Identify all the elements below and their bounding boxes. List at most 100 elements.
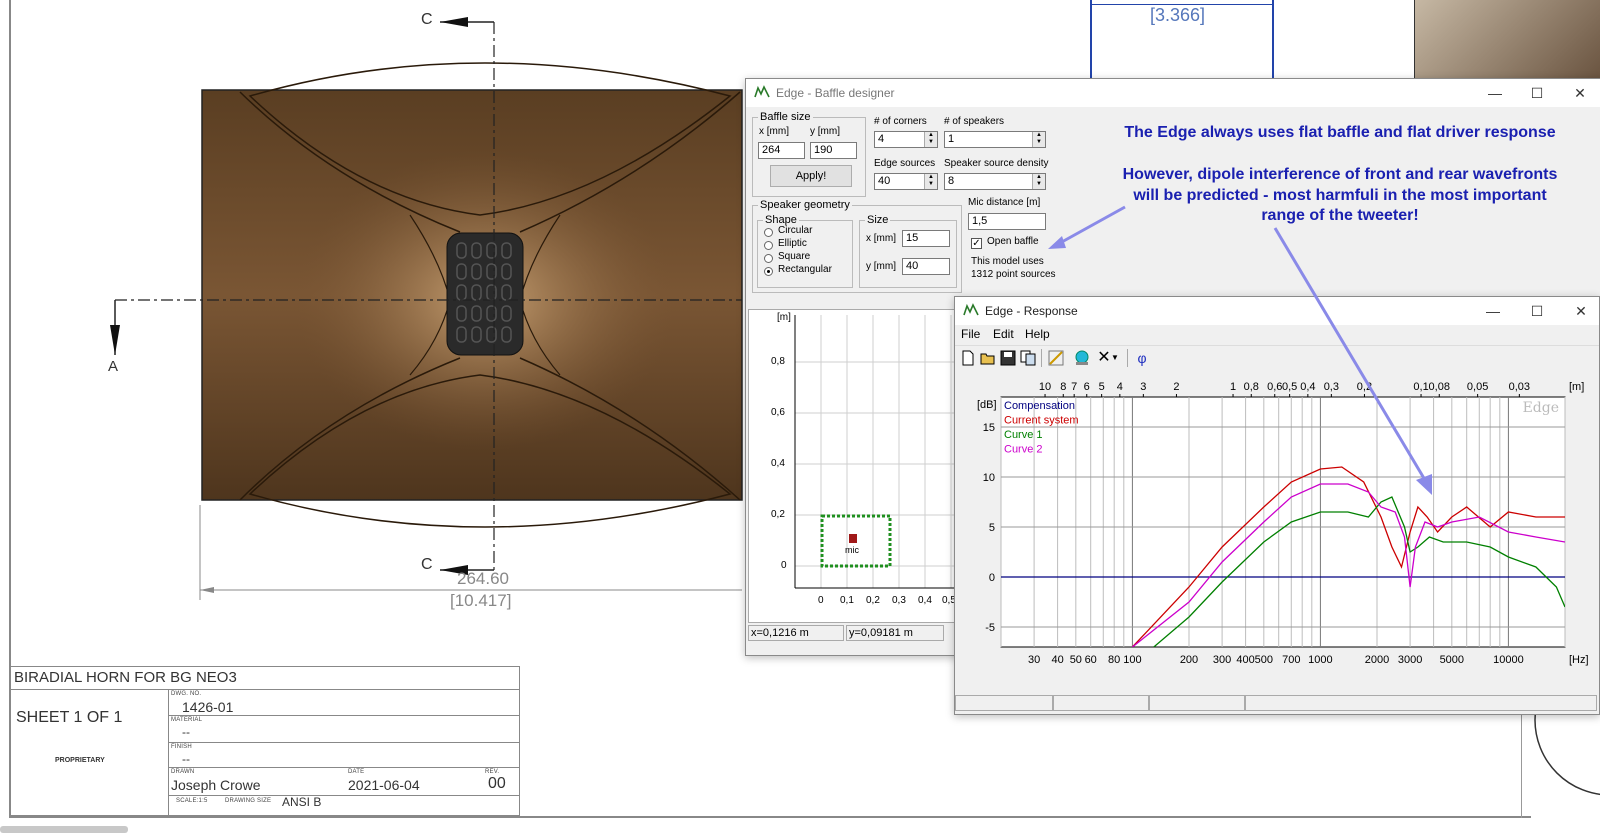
size-y-input[interactable]: 40 [902,258,950,275]
section-label-top: C [421,11,433,28]
shape-rectangular-radio[interactable] [764,267,773,276]
edge-sources-input[interactable]: 40 ▲ ▼ [874,173,938,190]
response-maximize-button[interactable]: ☐ [1523,301,1551,321]
baffle-size-label: Baffle size [758,111,813,123]
status-y: y=0,09181 m [846,625,944,641]
speakers-label: # of speakers [944,116,1005,127]
horizontal-scrollbar[interactable] [0,826,128,833]
baffle-y-input[interactable]: 190 [810,142,857,159]
drawing-size-label: DRAWING SIZE [225,798,272,804]
minimize-button[interactable]: — [1481,83,1509,103]
dwg-no-value: 1426-01 [182,699,234,715]
rev-value: 00 [488,775,506,792]
top-tick-label: 0,3 [1324,381,1339,393]
open-icon[interactable] [979,349,997,367]
save-icon[interactable] [999,349,1017,367]
edge-sources-value: 40 [878,175,891,187]
model-info-line1: This model uses [971,256,1044,267]
response-status-3 [1149,695,1245,711]
baffle-x-input[interactable]: 264 [758,142,805,159]
size-x-input[interactable]: 15 [902,230,950,247]
baffle-y-tick-0.8: 0,8 [771,356,785,367]
menu-help[interactable]: Help [1025,327,1050,341]
globe-icon[interactable] [1073,349,1091,367]
edit-curve-icon[interactable] [1047,349,1065,367]
response-chart[interactable]: 151050-530 40 50 60 80 100 200 300 400 500 700 1000… [955,373,1599,673]
baffle-y-tick-0.2: 0,2 [771,509,785,520]
corners-input[interactable]: 4 ▲ ▼ [874,131,938,148]
baffle-plot-unit: [m] [777,312,791,323]
baffle-y-tick-0: 0 [781,560,787,571]
size-y-label: y [mm] [866,261,896,272]
baffle-x-tick-0.3: 0,3 [892,595,906,606]
phase-icon[interactable]: φ [1133,349,1151,367]
scale-label: SCALE:1:5 [176,798,208,804]
corners-spin[interactable]: ▲ ▼ [924,132,937,147]
top-tick-label: 0,4 [1300,381,1315,393]
top-tick-label: 0,08 [1429,381,1450,393]
density-input[interactable]: 8 ▲ ▼ [944,173,1046,190]
x-tick-label: 10000 [1493,654,1524,666]
new-icon[interactable] [959,349,977,367]
response-window: Edge - Response — ☐ ✕ File Edit Help ✕ ▼… [954,296,1600,715]
status-x: x=0,1216 m [748,625,844,641]
top-tick-label: 0,6 [1267,381,1282,393]
maximize-button[interactable]: ☐ [1523,83,1551,103]
x-tick-label: 30 [1028,654,1040,666]
y-tick-label: 0 [989,572,995,584]
open-baffle-checkbox[interactable]: ✓ [971,238,982,249]
shape-elliptic-label: Elliptic [778,238,807,249]
x-tick-label: 200 [1180,654,1198,666]
top-tick-label: 7 [1071,381,1077,393]
edge-sources-spin[interactable]: ▲ ▼ [924,174,937,189]
corners-label: # of corners [874,116,927,127]
open-baffle-label: Open baffle [987,236,1039,247]
shape-elliptic-radio[interactable] [764,241,773,250]
proprietary-label: PROPRIETARY [55,757,105,764]
baffle-size-group: Baffle size x [mm] y [mm] 264 190 Apply! [752,111,866,197]
shape-circular-radio[interactable] [764,228,773,237]
speakers-input[interactable]: 1 ▲ ▼ [944,131,1046,148]
response-close-button[interactable]: ✕ [1567,301,1595,321]
shape-square-radio[interactable] [764,254,773,263]
size-x-label: x [mm] [866,233,896,244]
legend-item: Compensation [1004,400,1075,412]
annotation-line4: range of the tweeter! [1261,207,1419,224]
edge-app-icon [963,303,979,316]
top-tick-label: 1 [1230,381,1236,393]
dimension-inches: [10.417] [450,591,512,610]
x-tick-label: 100 [1123,654,1141,666]
response-titlebar: Edge - Response — ☐ ✕ [955,297,1599,325]
sheet-number: SHEET 1 OF 1 [16,709,123,726]
chart-watermark: Edge [1523,400,1559,416]
baffle-plot[interactable]: [m] 0,8 0,6 0,4 0,2 0 0 0,1 0,2 0,3 0,4 … [748,309,956,623]
x-axis-label: [Hz] [1569,654,1589,666]
apply-button[interactable]: Apply! [770,165,852,187]
x-tick-label: 400 [1236,654,1254,666]
top-tick-label: 2 [1173,381,1179,393]
finish-label: FINISH [171,744,192,750]
edge-app-icon [754,85,770,98]
baffle-y-label: y [mm] [810,126,840,137]
baffle-x-tick-0: 0 [818,595,824,606]
top-tick-label: 4 [1117,381,1123,393]
mic-distance-input[interactable]: 1,5 [968,213,1046,230]
shape-rectangular-label: Rectangular [778,264,832,275]
density-value: 8 [948,175,955,187]
speaker-geometry-group: Speaker geometry Shape Circular Elliptic… [752,199,962,293]
speakers-spin[interactable]: ▲ ▼ [1032,132,1045,147]
menu-edit[interactable]: Edit [993,327,1014,341]
menu-file[interactable]: File [961,327,980,341]
speakers-value: 1 [948,133,955,145]
mic-label: mic [845,545,859,555]
annotation-line2: However, dipole interference of front an… [1122,166,1558,183]
response-status-4 [1245,695,1597,711]
size-group: Size x [mm] 15 y [mm] 40 [859,214,957,288]
copy-icon[interactable] [1019,349,1037,367]
top-tick-label: 5 [1099,381,1105,393]
close-button[interactable]: ✕ [1566,83,1594,103]
density-spin[interactable]: ▲ ▼ [1032,174,1045,189]
response-minimize-button[interactable]: — [1479,301,1507,321]
baffle-x-label: x [mm] [759,126,789,137]
chart-plot-area [1000,396,1566,648]
